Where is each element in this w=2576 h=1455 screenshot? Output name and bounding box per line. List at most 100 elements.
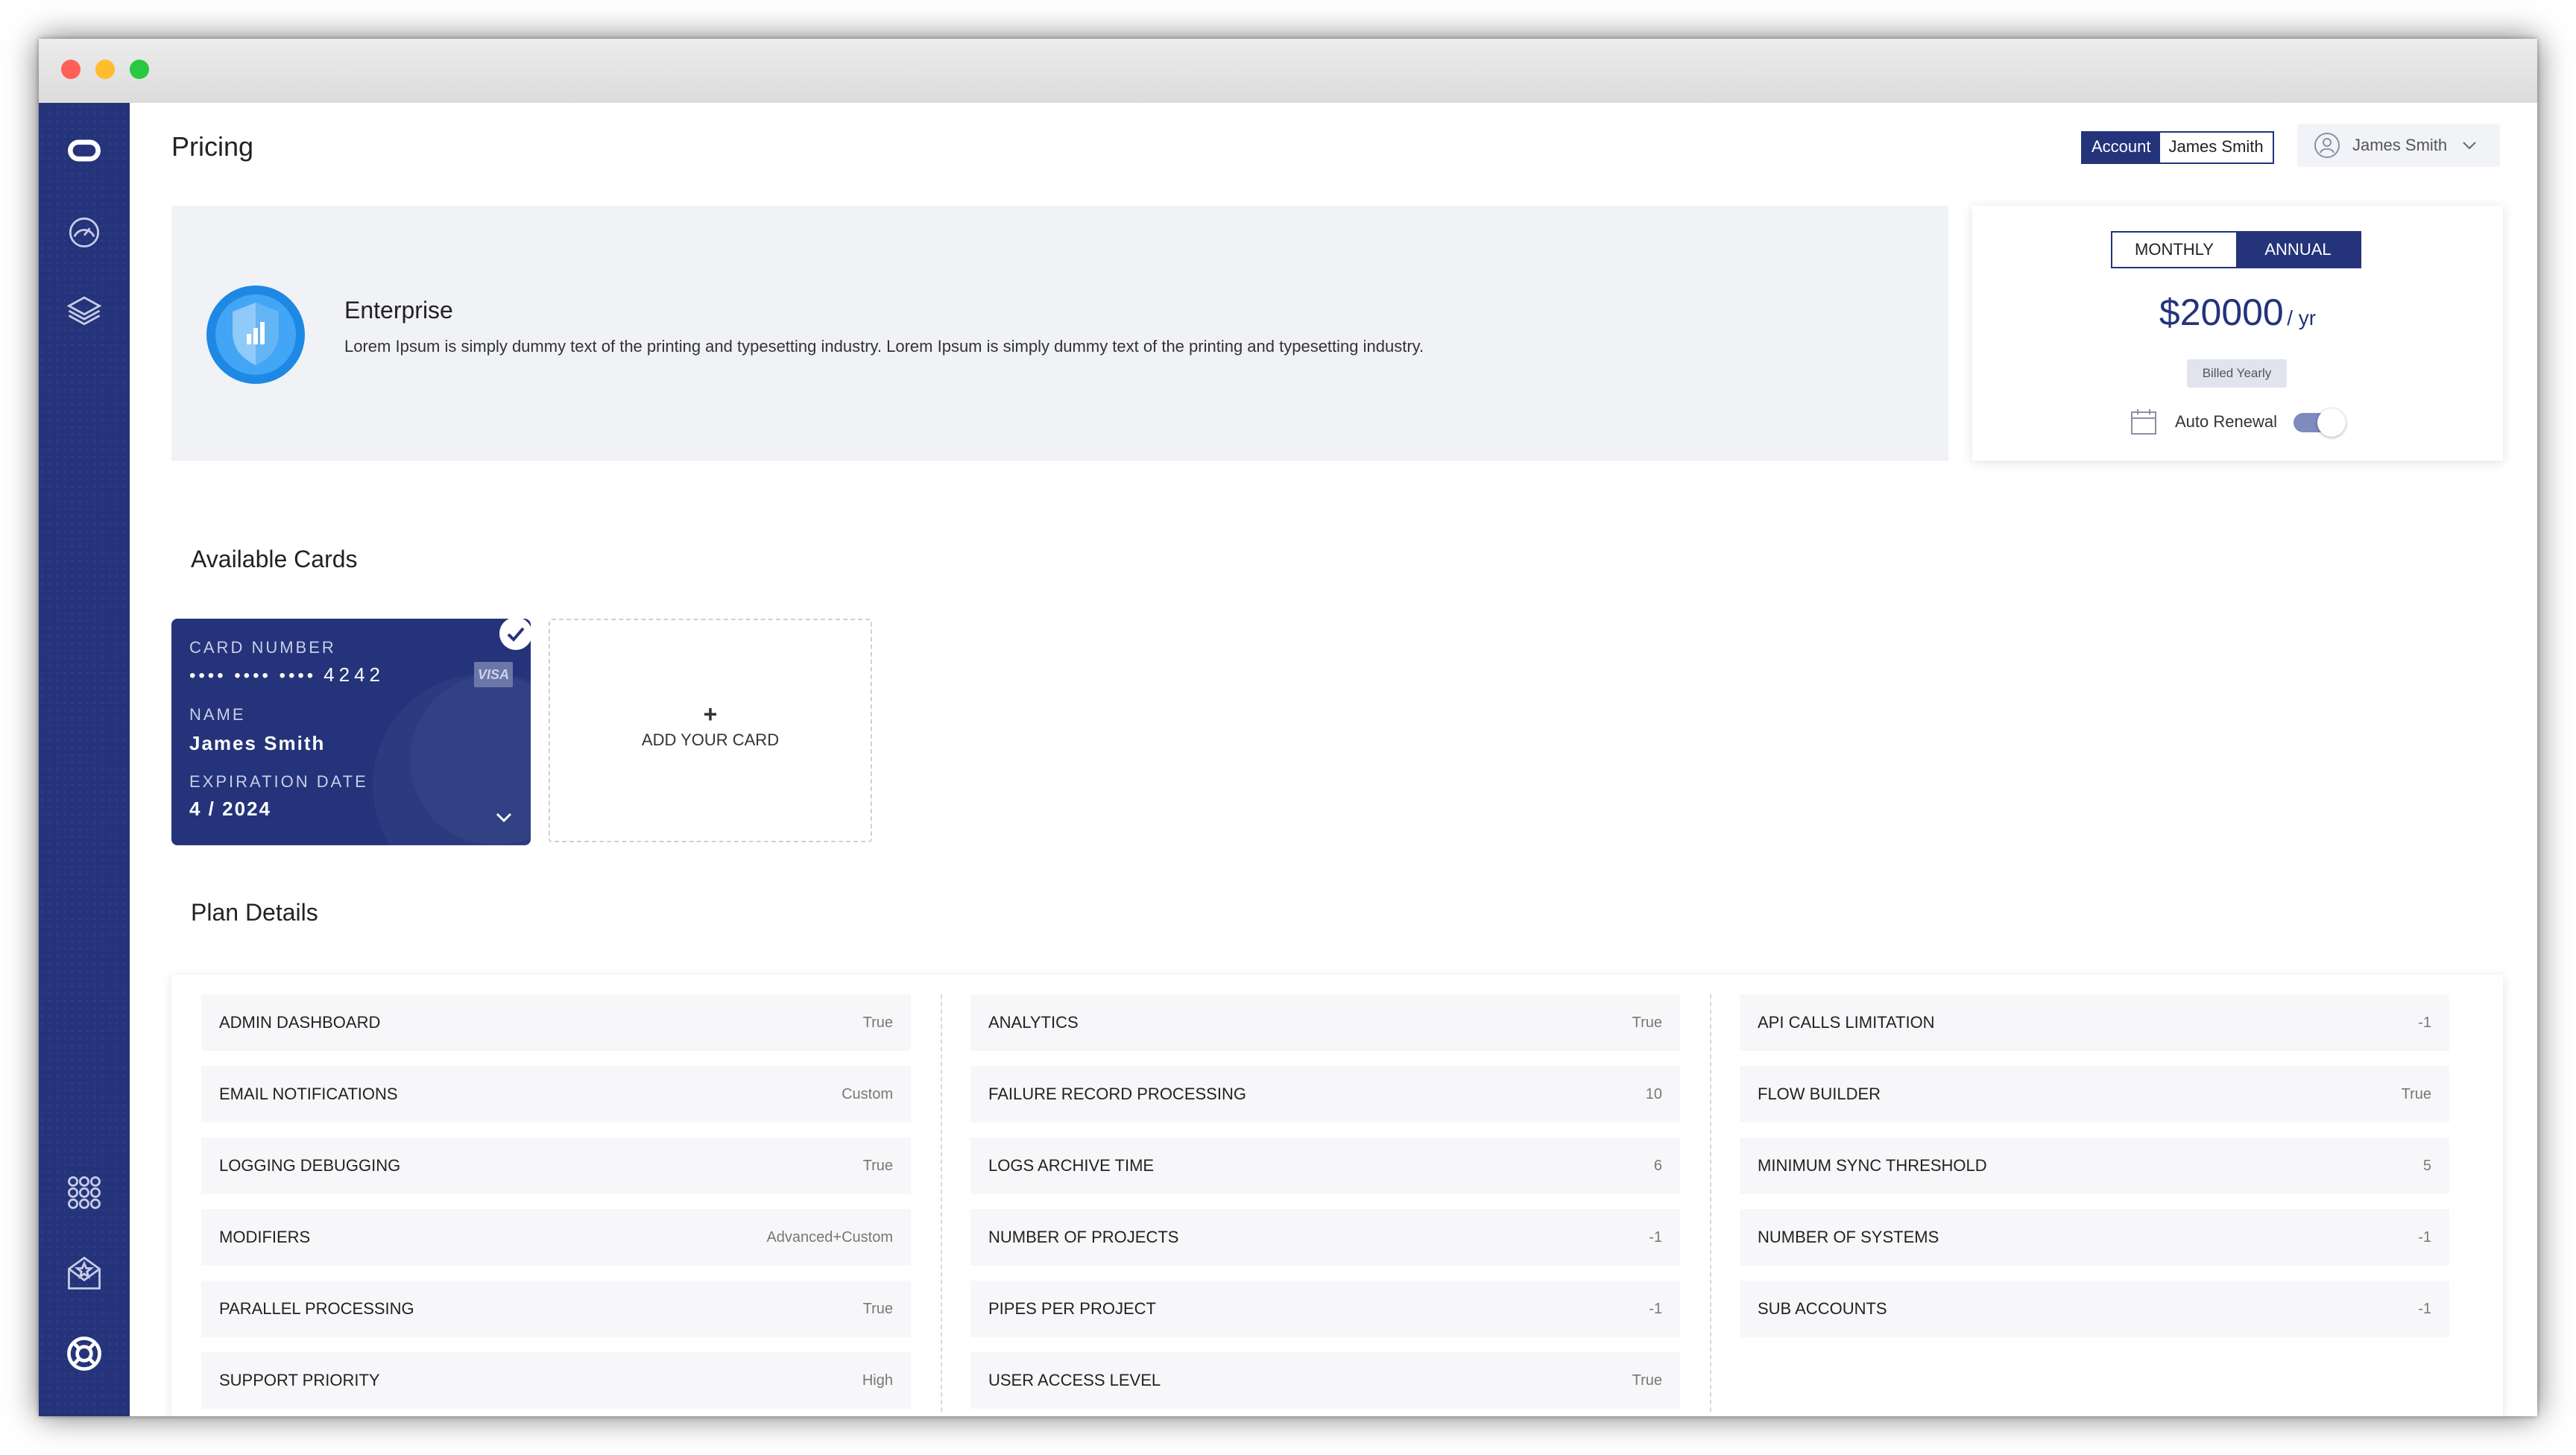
card-selected-check-icon	[499, 619, 531, 650]
chevron-down-icon	[2463, 142, 2476, 150]
price-period: / yr	[2287, 306, 2317, 329]
plan-detail-name: Parallel Processing	[219, 1299, 414, 1318]
add-card-label: ADD YOUR CARD	[641, 730, 780, 749]
plan-detail-value: 6	[1653, 1157, 1662, 1174]
plan-detail-row: Number of Systems -1	[1740, 1209, 2449, 1266]
plan-detail-value: -1	[1649, 1228, 1662, 1246]
apps-grid-icon[interactable]	[62, 1170, 107, 1215]
plan-detail-row: Modifiers Advanced+Custom	[201, 1209, 911, 1266]
plan-detail-name: Logs Archive Time	[988, 1156, 1155, 1175]
card-name-label: NAME	[189, 705, 246, 724]
plan-detail-row: User Access Level True	[970, 1352, 1680, 1409]
plan-detail-row: Sub Accounts -1	[1740, 1281, 2449, 1337]
main-content: Pricing Account James Smith James Smith …	[130, 103, 2537, 1416]
plan-detail-name: Number of Projects	[988, 1228, 1179, 1246]
plan-description: Lorem Ipsum is simply dummy text of the …	[344, 337, 1424, 356]
monthly-option[interactable]: MONTHLY	[2112, 233, 2236, 267]
plan-detail-value: 5	[2422, 1157, 2431, 1174]
plan-details-column-2: Analytics True Failure Record Processing 10…	[970, 994, 1711, 1416]
add-card-button[interactable]: + ADD YOUR CARD	[549, 619, 872, 842]
plan-detail-name: Minimum Sync Threshold	[1758, 1156, 1987, 1175]
plan-detail-row: Email Notifications Custom	[201, 1066, 911, 1123]
user-avatar-icon	[2314, 133, 2340, 158]
close-window-button[interactable]	[61, 60, 80, 79]
plan-detail-value: -1	[2418, 1300, 2431, 1317]
plan-details-column-1: Admin Dashboard True Email Notifications Cu…	[201, 994, 942, 1416]
plan-detail-name: Logging Debugging	[219, 1156, 401, 1175]
auto-renewal-row: Auto Renewal	[2129, 407, 2347, 437]
plan-detail-name: Modifiers	[219, 1228, 311, 1246]
plan-name: Enterprise	[344, 297, 453, 323]
plan-detail-name: Admin Dashboard	[219, 1013, 381, 1032]
plan-shield-icon	[206, 285, 305, 384]
user-menu-button[interactable]: James Smith	[2297, 124, 2500, 167]
plan-detail-value: True	[2401, 1085, 2431, 1102]
payment-card[interactable]: CARD NUMBER •••• •••• •••• 4242 VISA NAME…	[171, 619, 531, 845]
plan-detail-row: Pipes per Project -1	[970, 1281, 1680, 1337]
auto-renewal-label: Auto Renewal	[2175, 412, 2277, 431]
billing-period-toggle[interactable]: MONTHLY ANNUAL	[2111, 231, 2361, 268]
plan-details-panel: Admin Dashboard True Email Notifications Cu…	[171, 975, 2503, 1416]
plan-detail-row: Support Priority High	[201, 1352, 911, 1409]
maximize-window-button[interactable]	[130, 60, 149, 79]
lifebuoy-icon[interactable]	[62, 1331, 107, 1376]
plan-detail-value: True	[1632, 1372, 1662, 1389]
plan-detail-name: Flow Builder	[1758, 1085, 1881, 1103]
mail-star-icon[interactable]	[62, 1251, 107, 1295]
plan-detail-row: Logs Archive Time 6	[970, 1137, 1680, 1194]
plan-detail-row: Flow Builder True	[1740, 1066, 2449, 1123]
account-switcher[interactable]: Account James Smith	[2081, 131, 2274, 164]
plan-detail-name: API Calls Limitation	[1758, 1013, 1935, 1032]
plan-detail-row: API Calls Limitation -1	[1740, 994, 2449, 1051]
plan-detail-row: Failure Record Processing 10	[970, 1066, 1680, 1123]
card-number: •••• •••• •••• 4242	[189, 663, 385, 687]
annual-option[interactable]: ANNUAL	[2236, 233, 2360, 267]
card-holder-name: James Smith	[189, 732, 326, 754]
plan-detail-row: Number of Projects -1	[970, 1209, 1680, 1266]
plan-detail-value: Custom	[842, 1085, 893, 1102]
plus-icon: +	[703, 701, 718, 728]
plan-detail-value: High	[862, 1372, 893, 1389]
plan-detail-value: True	[862, 1014, 893, 1031]
plan-detail-row: Admin Dashboard True	[201, 994, 911, 1051]
plan-detail-value: 10	[1645, 1085, 1662, 1102]
plan-detail-name: Failure Record Processing	[988, 1085, 1246, 1103]
card-number-label: CARD NUMBER	[189, 638, 336, 657]
speedometer-icon[interactable]	[62, 209, 107, 253]
plan-detail-name: Pipes per Project	[988, 1299, 1156, 1318]
plan-detail-name: Sub Accounts	[1758, 1299, 1887, 1318]
window-titlebar	[39, 39, 2537, 104]
price-display: $20000 / yr	[1972, 291, 2503, 334]
plan-detail-value: -1	[2418, 1014, 2431, 1031]
plan-detail-value: -1	[2418, 1228, 2431, 1246]
plan-detail-value: True	[862, 1157, 893, 1174]
plan-detail-row: Minimum Sync Threshold 5	[1740, 1137, 2449, 1194]
billed-badge: Billed Yearly	[2187, 359, 2287, 388]
app-window: Pricing Account James Smith James Smith …	[39, 39, 2537, 1416]
layers-icon[interactable]	[62, 288, 107, 332]
plan-details-column-3: API Calls Limitation -1 Flow Builder True Mi…	[1740, 994, 2449, 1352]
account-name[interactable]: James Smith	[2159, 133, 2273, 162]
card-number-masked: •••• •••• ••••	[189, 666, 317, 686]
toggle-knob	[2317, 408, 2346, 437]
account-label[interactable]: Account	[2083, 133, 2160, 162]
plan-detail-value: Advanced+Custom	[766, 1228, 893, 1246]
card-expand-chevron-icon[interactable]	[495, 811, 513, 823]
plan-detail-value: True	[862, 1300, 893, 1317]
pricing-card: MONTHLY ANNUAL $20000 / yr Billed Yearly…	[1972, 206, 2503, 461]
auto-renewal-toggle[interactable]	[2293, 408, 2347, 437]
card-expiry-label: EXPIRATION DATE	[189, 772, 368, 791]
plan-detail-name: Email Notifications	[219, 1085, 398, 1103]
plan-detail-value: -1	[1649, 1300, 1662, 1317]
plan-detail-row: Parallel Processing True	[201, 1281, 911, 1337]
logo-icon[interactable]	[62, 128, 107, 173]
plan-detail-value: True	[1632, 1014, 1662, 1031]
card-last4: 4242	[323, 663, 385, 686]
calendar-icon	[2131, 409, 2156, 435]
plan-summary: Enterprise Lorem Ipsum is simply dummy t…	[171, 206, 1948, 461]
price-amount: 20000	[2179, 291, 2284, 333]
minimize-window-button[interactable]	[95, 60, 115, 79]
sidebar	[39, 103, 130, 1416]
plan-detail-row: Logging Debugging True	[201, 1137, 911, 1194]
visa-brand-icon: VISA	[474, 662, 513, 687]
